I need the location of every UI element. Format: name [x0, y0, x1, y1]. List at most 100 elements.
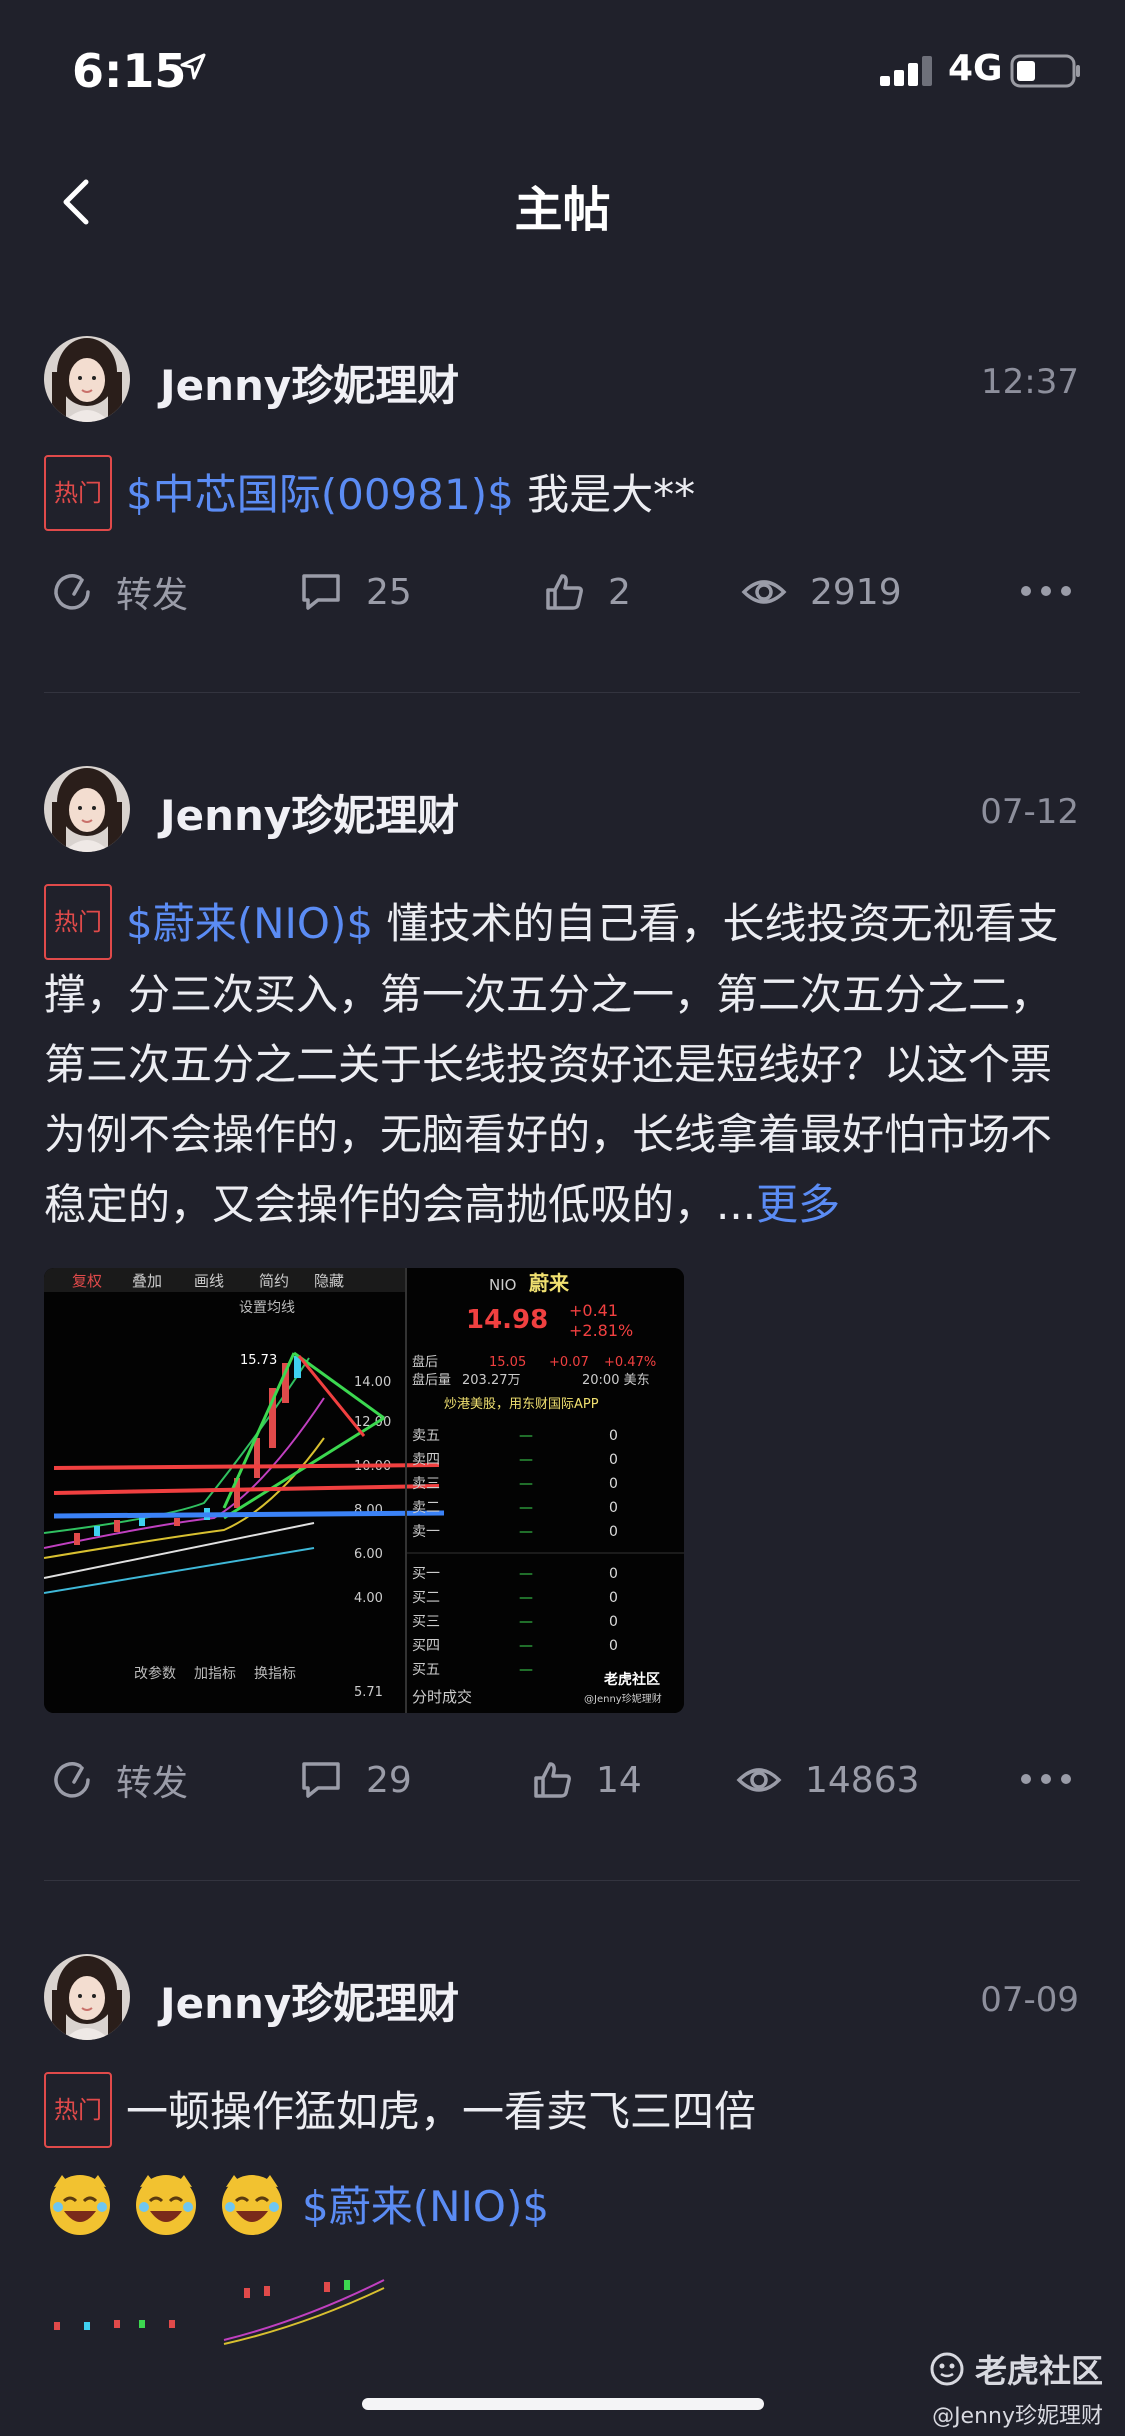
high-price-label: 15.73 — [240, 1353, 277, 1368]
svg-text:0: 0 — [609, 1476, 618, 1492]
svg-text:—: — — [519, 1614, 533, 1630]
stock-link[interactable]: $蔚来(NIO)$ — [126, 899, 373, 948]
view-count: 2919 — [810, 571, 902, 613]
comment-button[interactable]: 25 — [298, 562, 412, 622]
post-time: 12:37 — [981, 362, 1079, 402]
stock-link[interactable]: $蔚来(NIO)$ — [302, 2173, 549, 2234]
watermark: 老虎社区 @Jenny珍妮理财 — [929, 2346, 1103, 2430]
set-ma-label: 设置均线 — [239, 1300, 295, 1316]
svg-text:卖一: 卖一 — [412, 1524, 440, 1540]
divider — [44, 1880, 1080, 1881]
hot-tag: 热门 — [44, 2072, 112, 2148]
avatar[interactable] — [44, 336, 130, 422]
repost-label: 转发 — [116, 575, 189, 616]
svg-text:盘后: 盘后 — [412, 1354, 438, 1370]
toolbar-fuquan: 复权 — [72, 1272, 102, 1290]
like-count: 14 — [596, 1759, 642, 1801]
laughing-tiger-emoji-icon — [136, 2175, 196, 2235]
repost-icon — [54, 1762, 90, 1798]
post-time: 07-09 — [980, 1980, 1079, 2020]
page-title: 主帖 — [514, 182, 611, 238]
svg-text:买三: 买三 — [412, 1614, 440, 1630]
svg-text:买五: 买五 — [412, 1662, 440, 1678]
repost-button[interactable]: 转发 — [50, 562, 188, 622]
toolbar-huaxian: 画线 — [194, 1272, 224, 1290]
svg-text:20:00 美东: 20:00 美东 — [582, 1373, 650, 1388]
status-bar: 6:15 4G — [0, 0, 1125, 140]
stock-link[interactable]: $中芯国际(00981)$ — [126, 470, 514, 519]
watermark-brand: 老虎社区 — [974, 2352, 1103, 2390]
post-content[interactable]: 热门 $蔚来(NIO)$ 懂技术的自己看，长线投资无视看支撑，分三次买入，第一次五… — [44, 884, 1084, 1240]
svg-text:14.00: 14.00 — [354, 1375, 391, 1390]
svg-text:+2.81%: +2.81% — [569, 1321, 633, 1340]
svg-text:—: — — [519, 1566, 533, 1582]
comment-icon — [302, 1762, 340, 1798]
svg-text:+0.07: +0.07 — [549, 1355, 589, 1370]
author-name[interactable]: Jenny珍妮理财 — [160, 352, 459, 413]
svg-text:0: 0 — [609, 1566, 618, 1582]
post-actions: 转发 29 14 14863 — [0, 1750, 1125, 1810]
comment-button[interactable]: 29 — [298, 1750, 412, 1810]
toolbar-diejia: 叠加 — [132, 1272, 162, 1290]
battery-icon — [1010, 54, 1080, 88]
svg-text:0: 0 — [609, 1452, 618, 1468]
post-content[interactable]: 热门 $中芯国际(00981)$ 我是大** — [44, 455, 1084, 531]
stock-chart-image: 复权 叠加 画线 简约 隐藏 设置均线 15.73 14.00 12.00 10… — [44, 1268, 684, 1713]
svg-text:6.00: 6.00 — [354, 1547, 383, 1562]
svg-text:4.00: 4.00 — [354, 1591, 383, 1606]
tiger-logo-icon — [930, 2352, 964, 2386]
post-text: 懂技术的自己看，长线投资无视看支撑，分三次买入，第一次五分之一，第二次五分之二，… — [44, 899, 1059, 1229]
signal-icon — [880, 56, 932, 86]
repost-button[interactable]: 转发 — [50, 1750, 188, 1810]
comment-count: 29 — [366, 1759, 412, 1801]
avatar[interactable] — [44, 1954, 130, 2040]
svg-text:+0.47%: +0.47% — [604, 1355, 656, 1370]
svg-text:老虎社区: 老虎社区 — [604, 1671, 660, 1688]
network-type: 4G — [948, 48, 1003, 89]
eye-icon — [741, 580, 787, 604]
comment-count: 25 — [366, 571, 412, 613]
hot-tag: 热门 — [44, 455, 112, 531]
repost-label: 转发 — [116, 1763, 189, 1804]
more-options-icon[interactable] — [1021, 1774, 1071, 1784]
avatar[interactable] — [44, 766, 130, 852]
eye-icon — [736, 1768, 782, 1792]
svg-text:—: — — [519, 1500, 533, 1516]
svg-text:换指标: 换指标 — [254, 1665, 296, 1682]
post-content[interactable]: 热门 一顿操作猛如虎，一看卖飞三四倍 — [44, 2072, 1084, 2148]
svg-text:15.05: 15.05 — [489, 1355, 526, 1370]
divider — [44, 692, 1080, 693]
emoji-row: $蔚来(NIO)$ — [44, 2168, 549, 2238]
author-name[interactable]: Jenny珍妮理财 — [160, 782, 459, 843]
more-options-icon[interactable] — [1021, 586, 1071, 596]
read-more-link[interactable]: 更多 — [756, 1180, 840, 1229]
svg-text:0: 0 — [609, 1590, 618, 1606]
svg-text:0: 0 — [609, 1428, 618, 1444]
author-name[interactable]: Jenny珍妮理财 — [160, 1970, 459, 2031]
svg-text:卖五: 卖五 — [412, 1428, 440, 1444]
like-button[interactable]: 14 — [530, 1750, 642, 1810]
toolbar-jianyue: 简约 — [259, 1272, 289, 1290]
svg-text:—: — — [519, 1662, 533, 1678]
svg-text:203.27万: 203.27万 — [462, 1373, 521, 1388]
post-actions: 转发 25 2 2919 — [0, 562, 1125, 622]
svg-text:加指标: 加指标 — [194, 1666, 236, 1682]
svg-text:卖二: 卖二 — [412, 1500, 440, 1516]
svg-text:12.00: 12.00 — [354, 1415, 391, 1430]
nav-bar: 主帖 — [0, 140, 1125, 260]
status-time: 6:15 — [72, 44, 187, 98]
svg-text:NIO: NIO — [489, 1276, 516, 1294]
post-image-preview[interactable] — [44, 2270, 394, 2350]
laughing-tiger-emoji-icon — [222, 2175, 282, 2235]
post-time: 07-12 — [980, 792, 1079, 832]
svg-text:—: — — [519, 1452, 533, 1468]
svg-text:—: — — [519, 1428, 533, 1444]
watermark-handle: @Jenny珍妮理财 — [932, 2404, 1103, 2429]
laughing-tiger-emoji-icon — [50, 2175, 110, 2235]
post-text: 我是大** — [513, 470, 696, 519]
like-count: 2 — [608, 571, 631, 613]
home-indicator[interactable] — [362, 2398, 764, 2410]
post-image[interactable]: 复权 叠加 画线 简约 隐藏 设置均线 15.73 14.00 12.00 10… — [44, 1268, 684, 1713]
like-button[interactable]: 2 — [542, 562, 631, 622]
location-arrow-icon — [180, 53, 206, 80]
